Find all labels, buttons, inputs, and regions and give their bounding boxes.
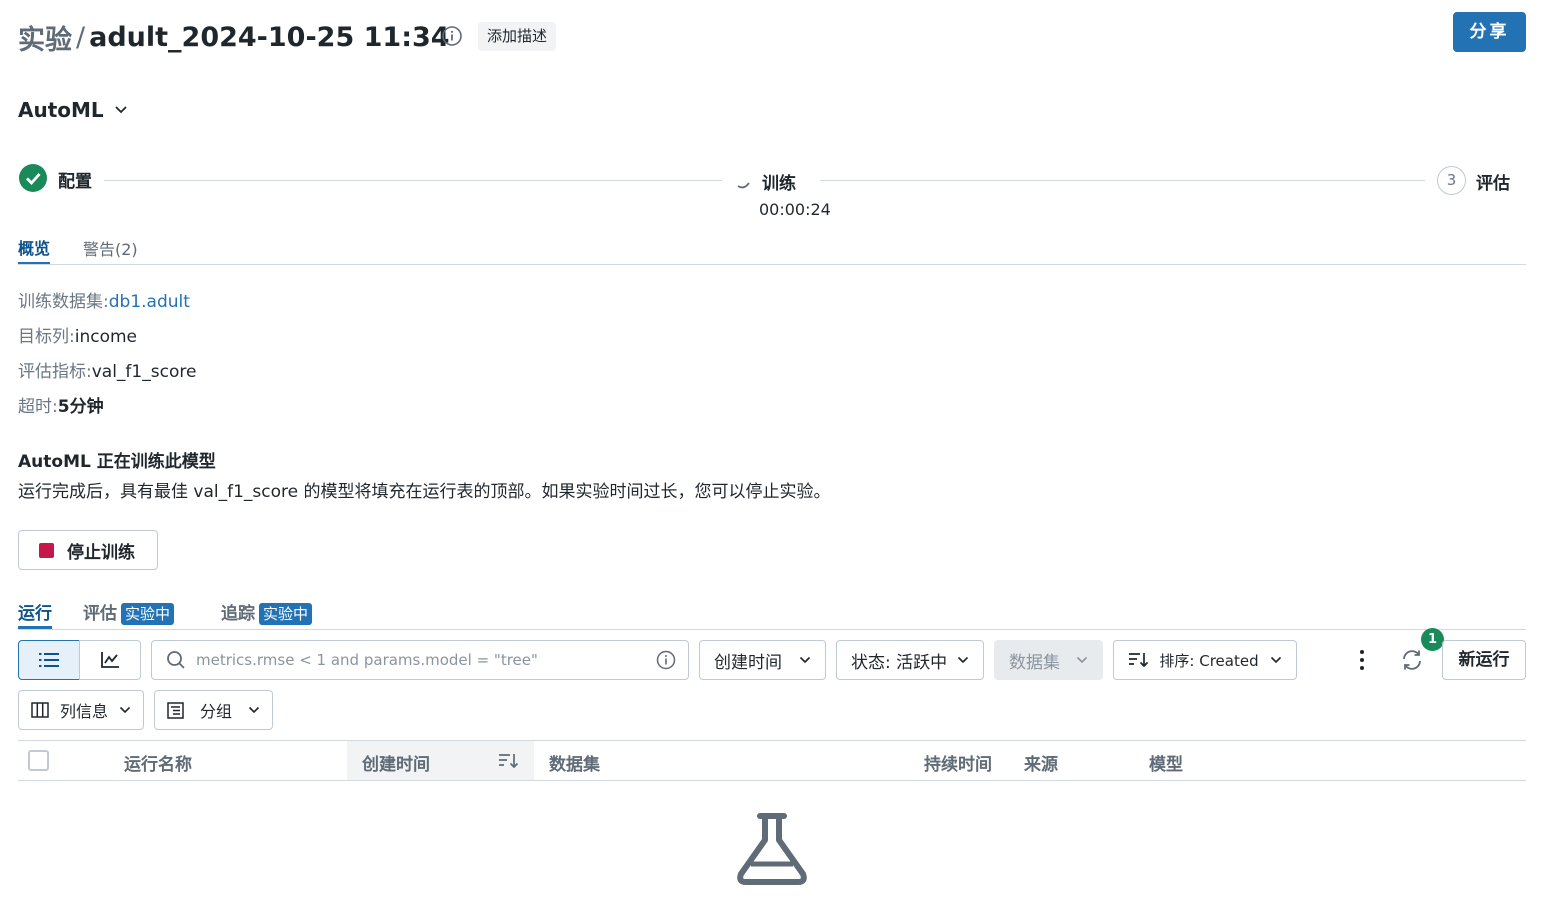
chevron-down-icon [799, 656, 811, 664]
step-config-label: 配置 [58, 172, 92, 192]
tab-tracing-label: 追踪 [221, 604, 255, 624]
created-time-dropdown[interactable]: 创建时间 [699, 640, 826, 680]
columns-icon [31, 702, 49, 718]
tab-warnings[interactable]: 警告(2) [83, 236, 138, 260]
detail-label: 目标列: [18, 327, 75, 347]
page-title: 实验 / adult_2024-10-25 11:34 [18, 18, 450, 56]
tab-overview[interactable]: 概览 [18, 235, 51, 265]
beaker-icon [737, 813, 807, 885]
column-header-model[interactable]: 模型 [1149, 750, 1183, 775]
tabs-divider [18, 264, 1526, 265]
detail-metric: 评估指标:val_f1_score [18, 357, 196, 382]
experimental-badge: 实验中 [121, 603, 175, 625]
detail-label: 评估指标: [18, 362, 92, 382]
tab-runs[interactable]: 运行 [18, 599, 52, 629]
experiment-name: adult_2024-10-25 11:34 [89, 21, 450, 53]
column-header-source[interactable]: 来源 [1024, 750, 1058, 775]
automl-selector[interactable]: AutoML [18, 96, 128, 124]
detail-label: 超时: [18, 397, 58, 417]
chevron-down-icon [1076, 656, 1088, 664]
dataset-filter-label: 数据集 [1009, 652, 1060, 673]
add-description-button[interactable]: 添加描述 [478, 22, 557, 51]
tab-evaluation[interactable]: 评估 实验中 [83, 599, 175, 629]
step-connector [820, 180, 1425, 181]
sort-descending-icon[interactable] [498, 752, 520, 770]
check-icon [19, 164, 47, 192]
list-icon [39, 653, 59, 667]
column-header-created[interactable]: 创建时间 [362, 750, 430, 775]
group-label: 分组 [199, 702, 232, 721]
column-header-run-name[interactable]: 运行名称 [124, 750, 192, 775]
search-placeholder: metrics.rmse < 1 and params.model = "tre… [196, 651, 538, 669]
chevron-down-icon [248, 706, 260, 714]
breadcrumb-experiments[interactable]: 实验 [18, 18, 72, 57]
columns-label: 列信息 [59, 702, 108, 721]
sort-icon [1129, 653, 1148, 668]
share-button[interactable]: 分享 [1453, 12, 1526, 52]
info-icon[interactable] [441, 25, 463, 47]
detail-value: val_f1_score [91, 362, 197, 382]
table-header-border [18, 740, 1526, 741]
detail-dataset: 训练数据集:db1.adult [18, 287, 190, 312]
more-options-icon[interactable] [1352, 648, 1372, 672]
detail-value: income [74, 327, 137, 347]
search-icon [167, 651, 185, 669]
refresh-count-badge: 1 [1421, 628, 1444, 651]
automl-label: AutoML [18, 98, 104, 122]
select-all-checkbox[interactable] [28, 750, 49, 771]
chevron-down-icon [119, 706, 131, 714]
step-train-label: 训练 [762, 174, 796, 194]
tab-evaluation-label: 评估 [83, 604, 117, 624]
training-notice-description: 运行完成后，具有最佳 val_f1_score 的模型将填充在运行表的顶部。如果… [18, 482, 831, 502]
column-header-dataset[interactable]: 数据集 [549, 750, 600, 775]
status-filter-dropdown[interactable]: 状态: 活跃中 [836, 640, 984, 680]
detail-timeout: 超时:5分钟 [18, 392, 104, 417]
chevron-down-icon [957, 656, 969, 664]
detail-value: 5分钟 [57, 397, 104, 417]
stop-training-label: 停止训练 [67, 542, 135, 563]
spinner-icon [737, 182, 750, 189]
run-search-input[interactable]: metrics.rmse < 1 and params.model = "tre… [151, 640, 689, 680]
status-filter-label: 状态: 活跃中 [851, 652, 948, 673]
breadcrumb-separator: / [76, 21, 86, 53]
training-notice-title: AutoML 正在训练此模型 [18, 452, 216, 472]
table-header-border [18, 780, 1526, 781]
tab-tracing[interactable]: 追踪 实验中 [221, 599, 313, 629]
run-tabs-divider [18, 629, 1526, 630]
stop-training-button[interactable]: 停止训练 [18, 530, 158, 570]
list-view-button[interactable] [18, 640, 80, 680]
columns-dropdown[interactable]: 列信息 [18, 690, 144, 730]
new-run-button[interactable]: 新运行 [1442, 640, 1526, 680]
chevron-down-icon [1270, 656, 1282, 664]
column-header-duration[interactable]: 持续时间 [924, 750, 992, 775]
chart-icon [101, 652, 119, 668]
experimental-badge: 实验中 [259, 603, 313, 625]
group-icon [167, 701, 184, 719]
group-dropdown[interactable]: 分组 [154, 690, 273, 730]
step-evaluate-label: 评估 [1476, 174, 1510, 194]
dataset-link[interactable]: db1.adult [109, 292, 190, 312]
sort-dropdown[interactable]: 排序: Created [1113, 640, 1297, 680]
step-number: 3 [1437, 166, 1466, 195]
chevron-down-icon [115, 106, 127, 114]
step-train-elapsed: 00:00:24 [759, 200, 831, 219]
refresh-icon[interactable] [1400, 648, 1424, 672]
created-time-label: 创建时间 [714, 652, 782, 673]
stop-icon [39, 542, 54, 558]
info-icon[interactable] [656, 650, 676, 670]
detail-target: 目标列:income [18, 322, 137, 347]
chart-view-button[interactable] [79, 640, 141, 680]
sort-label: 排序: Created [1159, 651, 1259, 670]
step-connector [104, 180, 722, 181]
dataset-filter-dropdown[interactable]: 数据集 [994, 640, 1103, 680]
detail-label: 训练数据集: [18, 292, 109, 312]
